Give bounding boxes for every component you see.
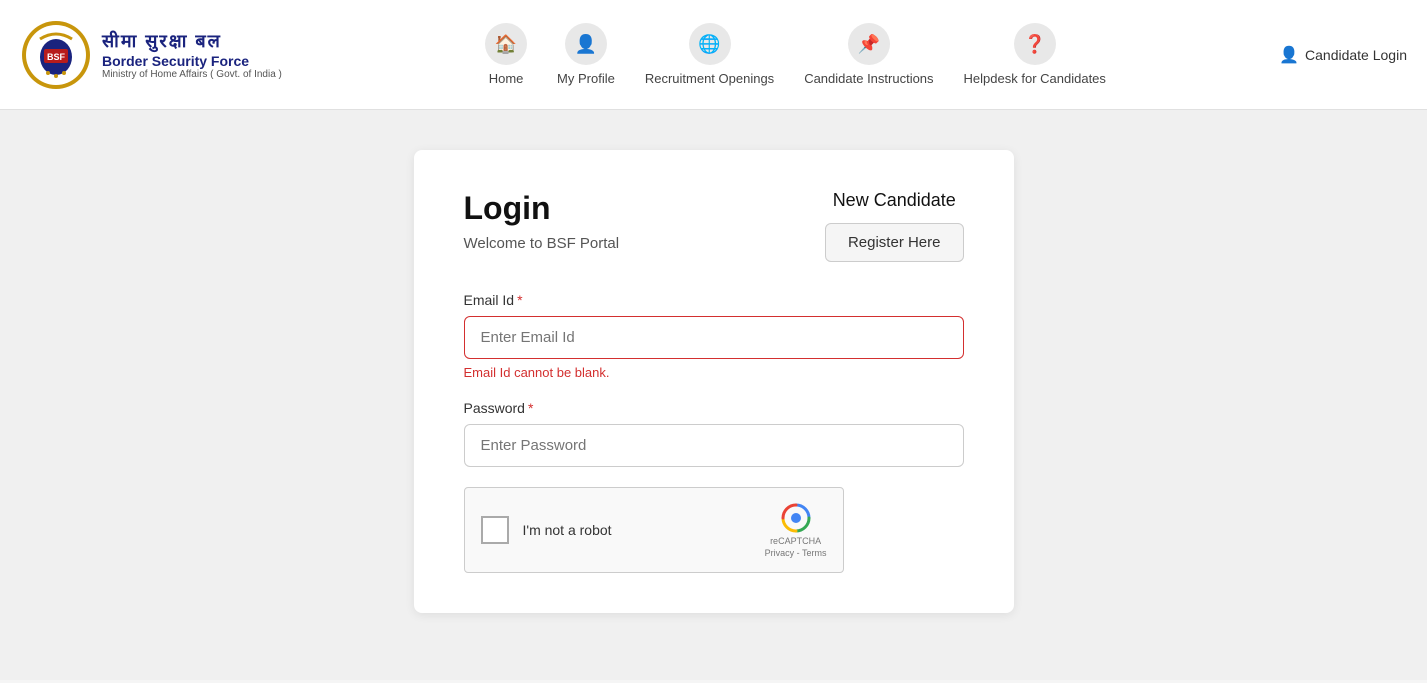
question-icon: ❓ (1014, 23, 1056, 65)
candidate-login-button[interactable]: 👤 Candidate Login (1279, 45, 1407, 65)
bsf-emblem: BSF (20, 19, 92, 91)
recaptcha-logo: reCAPTCHA Privacy - Terms (765, 502, 827, 558)
person-icon: 👤 (565, 23, 607, 65)
main-content: Login Welcome to BSF Portal New Candidat… (0, 110, 1427, 680)
header: BSF सीमा सुरक्षा बल Border Security Forc… (0, 0, 1427, 110)
home-icon: 🏠 (485, 23, 527, 65)
login-title-area: Login Welcome to BSF Portal (464, 190, 620, 252)
nav-item-helpdesk[interactable]: ❓ Helpdesk for Candidates (964, 23, 1106, 86)
card-top: Login Welcome to BSF Portal New Candidat… (464, 190, 964, 262)
recaptcha-label: I'm not a robot (523, 522, 751, 538)
main-nav: 🏠 Home 👤 My Profile 🌐 Recruitment Openin… (312, 23, 1279, 86)
nav-label-helpdesk: Helpdesk for Candidates (964, 71, 1106, 86)
register-here-button[interactable]: Register Here (825, 223, 964, 262)
login-card: Login Welcome to BSF Portal New Candidat… (414, 150, 1014, 613)
nav-item-home[interactable]: 🏠 Home (485, 23, 527, 86)
password-label: Password* (464, 400, 964, 416)
email-input[interactable] (464, 316, 964, 359)
login-subtitle: Welcome to BSF Portal (464, 235, 620, 252)
new-candidate-label: New Candidate (825, 190, 964, 211)
recaptcha-logo-icon (780, 502, 812, 534)
email-required-star: * (517, 292, 522, 308)
candidate-login-label: Candidate Login (1305, 47, 1407, 63)
nav-label-candidate-instructions: Candidate Instructions (804, 71, 933, 86)
recaptcha-checkbox[interactable] (481, 516, 509, 544)
logo-sub: Ministry of Home Affairs ( Govt. of Indi… (102, 69, 282, 80)
globe-icon: 🌐 (689, 23, 731, 65)
candidate-person-icon: 👤 (1279, 45, 1299, 65)
recaptcha-sub2-text: Privacy - Terms (765, 548, 827, 558)
recaptcha-widget[interactable]: I'm not a robot reCAPTCHA Privacy - Term… (464, 487, 844, 573)
logo-english: Border Security Force (102, 53, 282, 69)
new-candidate-area: New Candidate Register Here (825, 190, 964, 262)
login-title: Login (464, 190, 620, 227)
password-required-star: * (528, 400, 533, 416)
nav-item-recruitment[interactable]: 🌐 Recruitment Openings (645, 23, 774, 86)
email-form-group: Email Id* Email Id cannot be blank. (464, 292, 964, 380)
nav-label-my-profile: My Profile (557, 71, 615, 86)
password-form-group: Password* (464, 400, 964, 467)
recaptcha-sub-text: reCAPTCHA (770, 536, 821, 546)
logo-area: BSF सीमा सुरक्षा बल Border Security Forc… (20, 19, 282, 91)
nav-item-candidate-instructions[interactable]: 📌 Candidate Instructions (804, 23, 933, 86)
logo-hindi: सीमा सुरक्षा बल (102, 29, 282, 53)
svg-text:BSF: BSF (47, 52, 66, 62)
nav-label-home: Home (489, 71, 524, 86)
location-icon: 📌 (848, 23, 890, 65)
email-error-message: Email Id cannot be blank. (464, 365, 964, 380)
password-input[interactable] (464, 424, 964, 467)
nav-label-recruitment: Recruitment Openings (645, 71, 774, 86)
email-label: Email Id* (464, 292, 964, 308)
nav-item-my-profile[interactable]: 👤 My Profile (557, 23, 615, 86)
logo-text-area: सीमा सुरक्षा बल Border Security Force Mi… (102, 29, 282, 80)
